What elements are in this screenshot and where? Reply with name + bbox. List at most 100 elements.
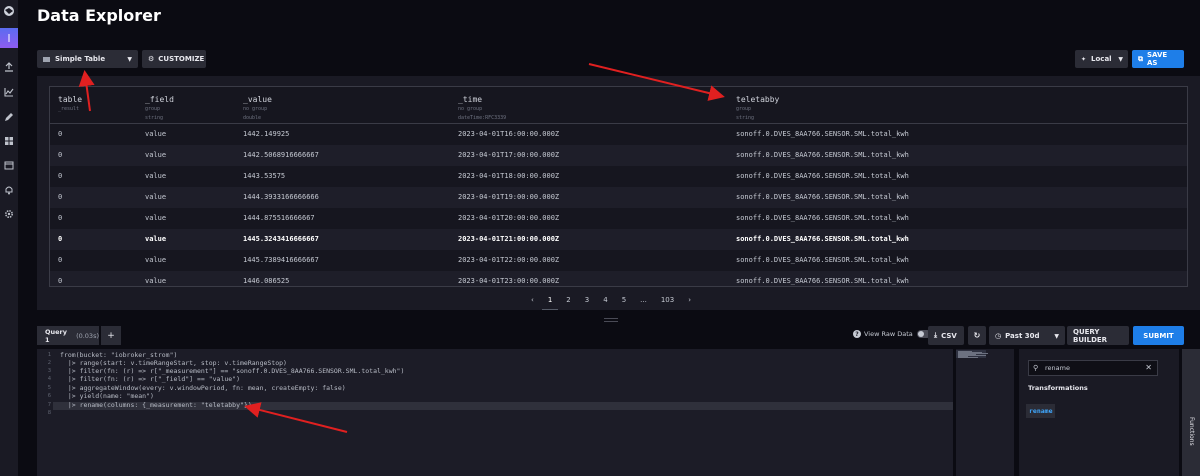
column-type: dateTime:RFC3339 (458, 115, 507, 121)
data-explorer-icon[interactable] (0, 28, 18, 48)
page-button[interactable]: 1 (541, 296, 560, 310)
chevron-down-icon: ▼ (1118, 56, 1123, 63)
page-button[interactable]: 103 (661, 296, 674, 304)
table-icon (43, 56, 50, 62)
main-content: Data Explorer Simple Table ▼ ⚙ CUSTOMIZE… (18, 0, 1200, 476)
chevron-down-icon: ▼ (127, 56, 132, 63)
table-cell: 1442.149925 (243, 130, 290, 138)
left-nav (0, 0, 18, 476)
column-name: _value (243, 95, 272, 104)
view-raw-data-toggle[interactable]: ? View Raw Data (853, 330, 931, 338)
table-row: 0 value 1446.086525 2023-04-01T23:00:00.000… (50, 271, 1187, 286)
line-number: 7 (47, 402, 51, 408)
timezone-label: Local (1091, 55, 1112, 63)
gear-icon[interactable] (2, 207, 16, 221)
column-header[interactable]: teletabby group string (736, 95, 779, 122)
page-button[interactable]: 4 (603, 296, 607, 304)
save-as-button[interactable]: ⧉ SAVE AS (1132, 50, 1184, 68)
column-header[interactable]: _value no group double (243, 95, 272, 122)
add-query-button[interactable]: + (101, 326, 121, 345)
table-cell: 1444.3933166666666 (243, 193, 319, 201)
page-button[interactable]: 2 (566, 296, 570, 304)
bell-icon[interactable] (2, 183, 16, 197)
chart-icon[interactable] (2, 85, 16, 99)
resize-handle[interactable] (604, 318, 618, 322)
code-line: |> filter(fn: (r) => r["_field"] == "val… (60, 375, 241, 383)
gear-icon: ⚙ (148, 55, 155, 63)
previous-page-button[interactable]: ‹ (531, 296, 534, 304)
table-cell: 0 (58, 151, 63, 159)
function-search-input[interactable]: ⚲ rename ✕ (1028, 360, 1158, 376)
functions-panel: ⚲ rename ✕ Transformations rename (1019, 349, 1179, 476)
chevron-down-icon: ▼ (1054, 333, 1059, 340)
code-line: from(bucket: "iobroker_strom") (60, 351, 178, 359)
visualization-type-label: Simple Table (55, 55, 106, 63)
table-cell: value (145, 256, 167, 264)
submit-button[interactable]: SUBMIT (1133, 326, 1184, 345)
column-header[interactable]: table _result (58, 95, 82, 113)
query-tab-label: Query 1 (45, 327, 68, 344)
table-cell: 0 (58, 277, 63, 285)
clock-icon: ◷ (995, 331, 1002, 340)
visualization-type-dropdown[interactable]: Simple Table ▼ (37, 50, 138, 68)
search-icon: ⚲ (1033, 364, 1039, 372)
table-cell: 0 (58, 193, 63, 201)
download-icon: ⤓ (934, 331, 938, 339)
table-cell: value (145, 277, 167, 285)
functions-tab[interactable]: Functions (1182, 349, 1200, 476)
table-cell: sonoff.0.DVES_8AA766.SENSOR.SML.total_kw… (736, 214, 909, 222)
table-cell: value (145, 151, 167, 159)
help-icon: ? (853, 330, 861, 338)
line-number: 8 (47, 410, 51, 416)
table-cell: 2023-04-01T22:00:00.000Z (458, 256, 560, 264)
timezone-dropdown[interactable]: ✦ Local ▼ (1075, 50, 1128, 68)
csv-label: CSV (941, 331, 957, 340)
tab-query-1[interactable]: Query 1 (0.03s) (37, 326, 99, 345)
table-row: 0 value 1445.3243416666667 2023-04-01T21:00… (50, 229, 1187, 250)
csv-button[interactable]: ⤓ CSV (928, 326, 964, 345)
table-row: 0 value 1443.53575 2023-04-01T18:00:00.000Z… (50, 166, 1187, 187)
line-number: 1 (47, 352, 51, 358)
column-name: table (58, 95, 83, 104)
page-button[interactable]: 3 (585, 296, 589, 304)
column-header[interactable]: _time no group dateTime:RFC3339 (458, 95, 506, 122)
table-cell: 2023-04-01T20:00:00.000Z (458, 214, 560, 222)
column-meta: no group (458, 106, 483, 112)
column-header[interactable]: _field group string (145, 95, 174, 122)
table-cell: 2023-04-01T18:00:00.000Z (458, 172, 560, 180)
refresh-icon: ↻ (973, 331, 981, 340)
table-cell: 1446.086525 (243, 277, 290, 285)
line-number: 3 (47, 368, 51, 374)
calendar-icon[interactable] (2, 158, 16, 172)
table-cell: sonoff.0.DVES_8AA766.SENSOR.SML.total_kw… (736, 256, 909, 264)
editor-minimap[interactable] (956, 349, 1014, 476)
refresh-button[interactable]: ↻ (968, 326, 986, 345)
close-icon[interactable]: ✕ (1145, 363, 1152, 372)
table-row: 0 value 1445.7389416666667 2023-04-01T22:00… (50, 250, 1187, 271)
pencil-icon[interactable] (2, 110, 16, 124)
results-table: table _result _field group string _value… (49, 86, 1188, 287)
code-line: |> aggregateWindow(every: v.windowPeriod… (60, 384, 346, 392)
upload-icon[interactable] (2, 60, 16, 74)
table-cell: 1443.53575 (243, 172, 286, 180)
column-meta: _result (58, 106, 80, 112)
next-page-button[interactable]: › (688, 296, 691, 304)
page-button[interactable]: 5 (622, 296, 626, 304)
time-range-dropdown[interactable]: ◷ Past 30d ▼ (989, 326, 1065, 345)
dashboard-icon[interactable] (2, 134, 16, 148)
table-cell: value (145, 172, 167, 180)
function-item-rename[interactable]: rename (1026, 404, 1056, 418)
column-meta: group (145, 106, 161, 112)
customize-button[interactable]: ⚙ CUSTOMIZE (142, 50, 206, 68)
table-cell: 0 (58, 172, 63, 180)
table-cell: 0 (58, 130, 63, 138)
minimap-line (958, 357, 978, 358)
flux-code-editor[interactable]: 1 2 3 4 5 6 7 8 from(bucket: "iobroker_s… (37, 349, 953, 476)
query-duration: (0.03s) (76, 331, 99, 340)
query-builder-button[interactable]: QUERY BUILDER (1067, 326, 1129, 345)
table-cell: 0 (58, 235, 63, 243)
column-type: string (145, 115, 164, 121)
save-as-label: SAVE AS (1147, 51, 1168, 67)
logo-icon[interactable] (2, 4, 16, 18)
table-cell: value (145, 130, 167, 138)
